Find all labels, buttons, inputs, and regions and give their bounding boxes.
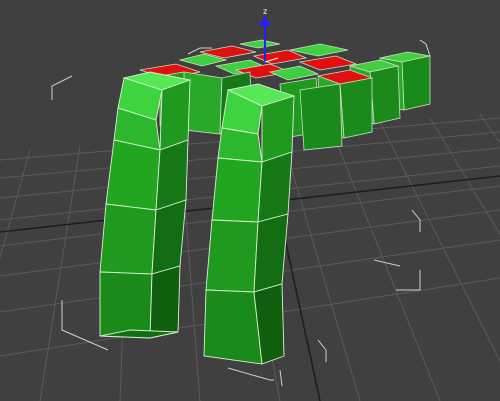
3d-viewport[interactable]: z [0,0,500,401]
left-finger[interactable] [99,71,192,339]
gizmo-z-label: z [263,7,267,16]
viewport-scene[interactable]: z [0,0,500,401]
